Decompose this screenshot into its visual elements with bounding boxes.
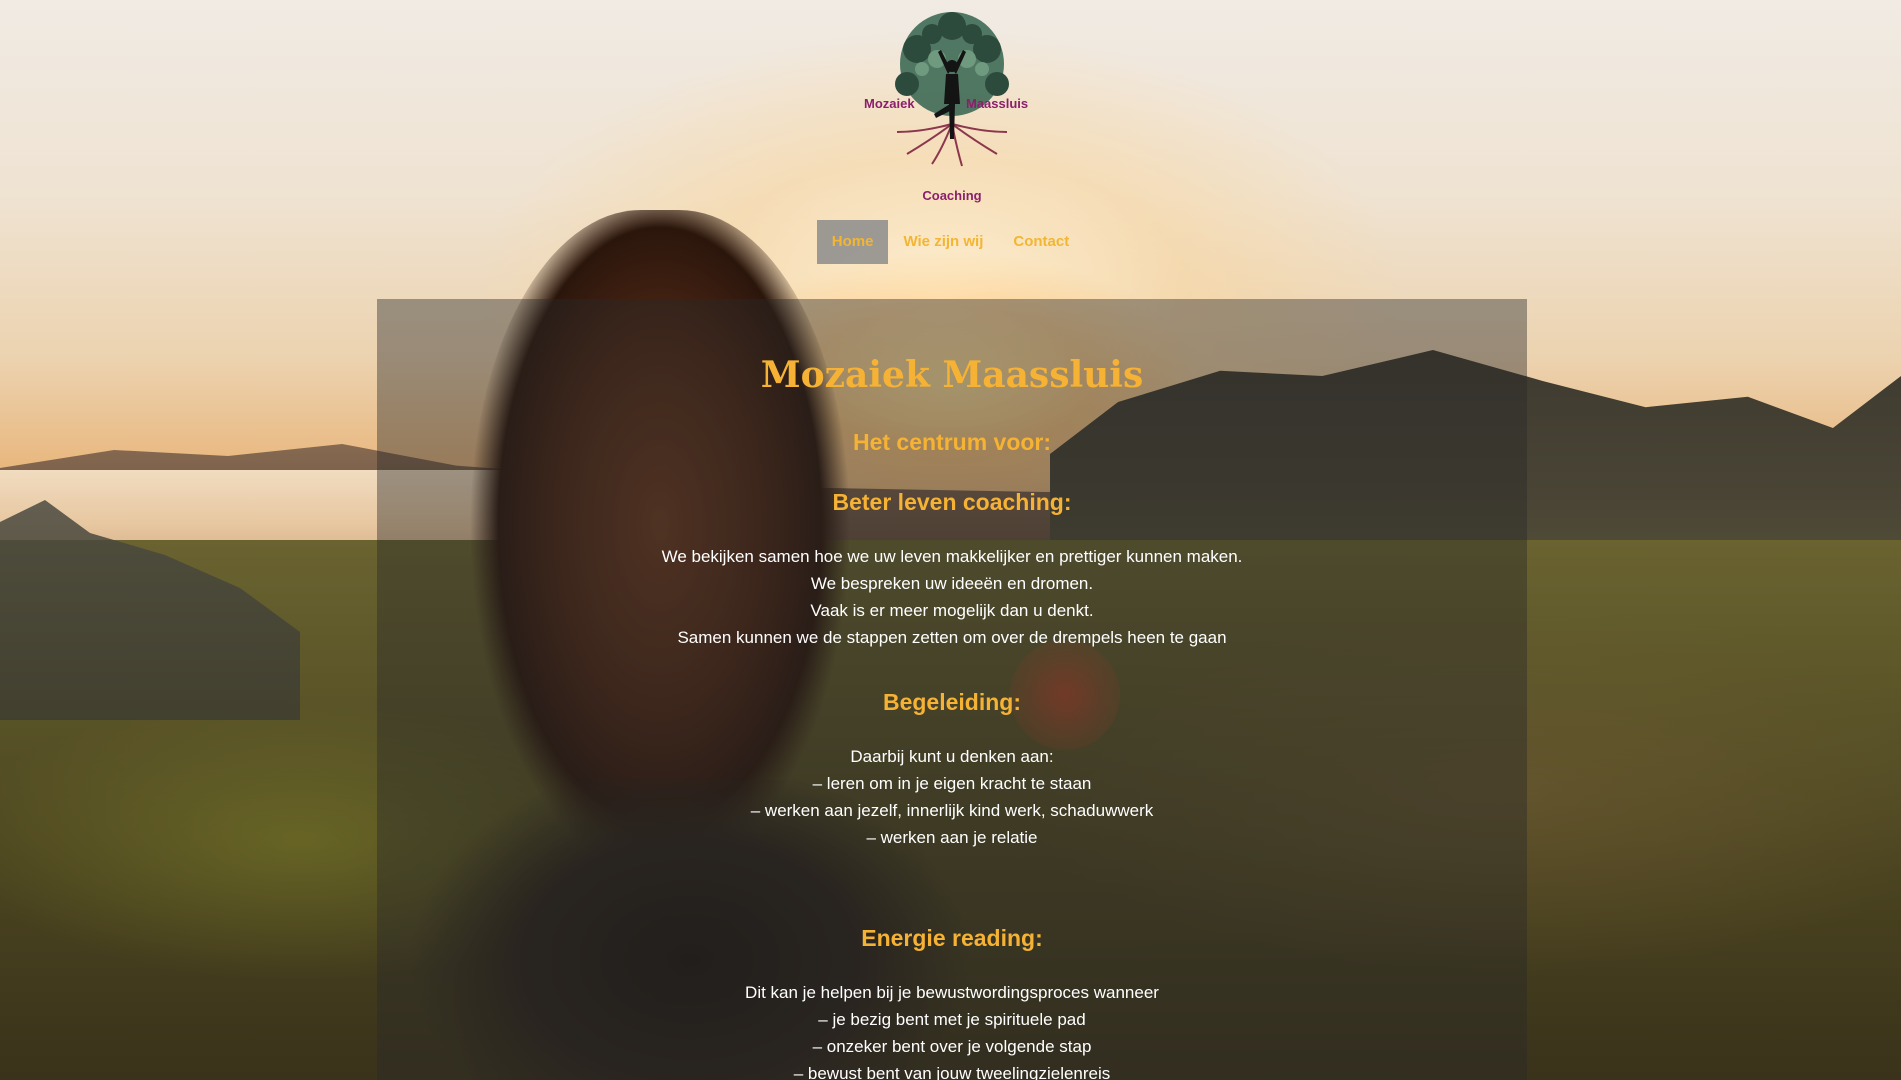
page-subtitle: Het centrum voor: (852, 429, 1052, 455)
section-text-coaching: We bekijken samen hoe we uw leven makkel… (377, 543, 1527, 651)
text-line: – je bezig bent met je spirituele pad (818, 1010, 1086, 1029)
text-line: Samen kunnen we de stappen zetten om ove… (677, 628, 1227, 647)
text-line: Daarbij kunt u denken aan: (850, 747, 1054, 766)
text-line: We bespreken uw ideeën en dromen. (810, 574, 1094, 593)
text-line: – werken aan je relatie (866, 828, 1038, 847)
page-title: Mozaiek Maassluis (760, 354, 1144, 396)
main-nav: Home Wie zijn wij Contact (0, 220, 1901, 264)
section-heading-energie-reading: Energie reading: (861, 925, 1043, 951)
logo-text-right: Maassluis (966, 96, 1028, 111)
text-line: – leren om in je eigen kracht te staan (812, 774, 1092, 793)
text-line: – werken aan jezelf, innerlijk kind werk… (750, 801, 1154, 820)
text-line: Vaak is er meer mogelijk dan u denkt. (810, 601, 1094, 620)
text-line: We bekijken samen hoe we uw leven makkel… (661, 547, 1243, 566)
content-panel: Mozaiek Maassluis Het centrum voor: Bete… (377, 299, 1527, 1080)
section-heading-begeleiding: Begeleiding: (882, 689, 1021, 715)
nav-item-home[interactable]: Home (816, 220, 889, 264)
section-heading-coaching: Beter leven coaching: (832, 489, 1072, 515)
nav-item-wie-zijn-wij[interactable]: Wie zijn wij (888, 220, 998, 264)
text-line: – bewust bent van jouw tweelingzielenrei… (793, 1064, 1111, 1080)
site-header: Mozaiek Maassluis Coaching Home Wie zijn… (0, 0, 1901, 280)
section-text-begeleiding: Daarbij kunt u denken aan: – leren om in… (377, 743, 1527, 851)
nav-item-contact[interactable]: Contact (998, 220, 1084, 264)
text-line: Dit kan je helpen bij je bewustwordingsp… (745, 983, 1159, 1002)
section-text-energie-reading: Dit kan je helpen bij je bewustwordingsp… (377, 979, 1527, 1080)
logo-text-left: Mozaiek (864, 96, 915, 111)
tree-yoga-logo-icon: Mozaiek Maassluis Coaching (864, 12, 1028, 203)
text-line: – onzeker bent over je volgende stap (812, 1037, 1092, 1056)
logo-text-bottom: Coaching (922, 188, 981, 203)
